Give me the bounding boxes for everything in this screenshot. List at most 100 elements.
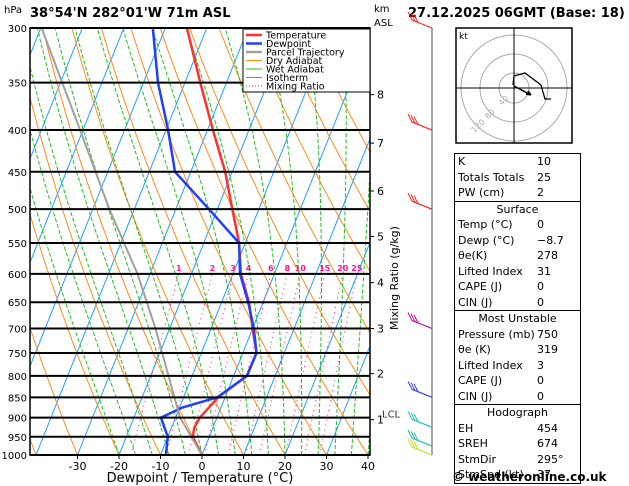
copyright: © weatheronline.co.uk — [452, 470, 607, 484]
wind-barb — [407, 11, 433, 29]
pressure-tick-label: 650 — [8, 298, 27, 309]
table-row: K 10 — [458, 154, 577, 170]
hpa-unit: hPa — [4, 5, 22, 16]
km-tick-label: 7 — [377, 137, 384, 150]
wind-barb — [407, 411, 433, 428]
row-value: 31 — [537, 264, 551, 278]
x-axis-label: Dewpoint / Temperature (°C) — [107, 471, 294, 486]
table-row: Totals Totals 25 — [458, 170, 577, 186]
table-row: Dewp (°C) −8.7 — [458, 233, 577, 249]
row-label: CAPE (J) — [458, 280, 503, 293]
x-tick-label: 30 — [320, 460, 334, 473]
table-row: Pressure (mb) 750 — [458, 327, 577, 343]
table-row: CAPE (J) 0 — [458, 373, 577, 389]
pressure-tick-label: 750 — [8, 349, 27, 360]
mixing-ratio-label: 10 — [295, 264, 307, 273]
row-label: StmDir — [458, 452, 497, 466]
km-unit: km — [374, 4, 390, 15]
row-value: 2 — [537, 186, 544, 199]
x-tick-label: -30 — [69, 460, 87, 473]
stats-table: K 10 Totals Totals 25 PW (cm) 2 Surface Temp … — [454, 153, 581, 484]
mixing-ratio-axis-label: Mixing Ratio (g/kg) — [388, 226, 401, 330]
barb-shaft — [411, 437, 433, 447]
row-label: Temp (°C) — [458, 218, 513, 231]
most-unstable-title: Most Unstable — [455, 310, 580, 327]
mixing-ratio-label: 3 — [230, 264, 236, 273]
row-value: 0 — [537, 374, 544, 387]
km-tick-label: 5 — [377, 230, 384, 243]
wet-adiabat-line — [30, 64, 153, 455]
pressure-tick-label: 450 — [8, 168, 27, 179]
row-value: 750 — [537, 327, 558, 341]
row-label: CIN (J) — [458, 295, 493, 309]
row-label: PW (cm) — [458, 186, 505, 199]
mixing-ratio-label: 15 — [319, 264, 331, 273]
x-tick-label: 40 — [361, 460, 375, 473]
km-tick-label: 6 — [377, 185, 384, 198]
pressure-tick-label: 850 — [8, 393, 27, 404]
table-row: SREH 674 — [458, 436, 577, 452]
dry-adiabat-line — [30, 95, 161, 455]
row-value: 3 — [537, 358, 544, 372]
km-tick-label: 3 — [377, 323, 384, 336]
row-value: 10 — [537, 155, 551, 168]
row-label: θe (K) — [458, 343, 491, 356]
row-label: Totals Totals — [458, 170, 525, 184]
row-label: CAPE (J) — [458, 374, 503, 387]
pressure-tick-label: 800 — [8, 372, 27, 383]
legend: TemperatureDewpointParcel TrajectoryDry … — [242, 28, 371, 93]
mixing-ratio-label: 6 — [268, 264, 274, 273]
table-row: Lifted Index 31 — [458, 264, 577, 280]
row-label: Pressure (mb) — [458, 327, 535, 341]
row-value: 0 — [537, 295, 544, 309]
barb-shaft — [411, 388, 433, 398]
hodograph: kt4080120 — [455, 27, 573, 144]
row-label: K — [458, 155, 466, 168]
row-label: Lifted Index — [458, 358, 523, 372]
table-row: CIN (J) 0 — [458, 389, 577, 405]
mixing-ratio-label: 1 — [176, 264, 182, 273]
pressure-tick-label: 600 — [8, 270, 27, 281]
wet-adiabat-line — [96, 28, 220, 455]
row-value: 319 — [537, 343, 558, 356]
table-row: θe (K) 319 — [458, 342, 577, 358]
row-value: 278 — [537, 249, 558, 262]
table-row: PW (cm) 2 — [458, 185, 577, 201]
row-label: Dewp (°C) — [458, 233, 515, 247]
mixing-ratio-label: 20 — [337, 264, 349, 273]
table-row: θe(K) 278 — [458, 248, 577, 264]
mixing-ratio-label: 25 — [351, 264, 363, 273]
pressure-tick-label: 950 — [8, 433, 27, 444]
pressure-tick-label: 400 — [8, 126, 27, 137]
row-value: 0 — [537, 218, 544, 231]
dry-adiabat-line — [601, 28, 629, 455]
table-row: CAPE (J) 0 — [458, 279, 577, 295]
row-value: 25 — [537, 170, 551, 184]
pressure-tick-label: 500 — [8, 205, 27, 216]
table-row: Temp (°C) 0 — [458, 217, 577, 233]
table-row: EH 454 — [458, 421, 577, 437]
table-row: CIN (J) 0 — [458, 295, 577, 311]
mixing-ratio-line — [204, 273, 249, 455]
hodograph-title: Hodograph — [455, 404, 580, 421]
row-value: 0 — [537, 280, 544, 293]
pressure-tick-label: 900 — [8, 414, 27, 425]
hodograph-unit: kt — [459, 32, 468, 42]
mixing-ratio-label: 4 — [246, 264, 252, 273]
wind-barb — [407, 312, 433, 330]
row-label: SREH — [458, 437, 488, 450]
km-tick-label: 4 — [377, 277, 384, 290]
km-tick-label: 2 — [377, 368, 384, 381]
pressure-tick-label: 550 — [8, 239, 27, 250]
pressure-tick-label: 700 — [8, 325, 27, 336]
row-value: 295° — [537, 452, 564, 466]
row-label: θe(K) — [458, 249, 488, 262]
wind-barb — [407, 192, 433, 210]
row-value: 674 — [537, 437, 558, 450]
legend-label: Mixing Ratio — [266, 82, 325, 93]
mixing-ratio-label: 2 — [210, 264, 216, 273]
surface-title: Surface — [455, 200, 580, 218]
row-value: 454 — [537, 421, 558, 435]
row-label: EH — [458, 421, 474, 435]
table-row: StmDir 295° — [458, 452, 577, 468]
